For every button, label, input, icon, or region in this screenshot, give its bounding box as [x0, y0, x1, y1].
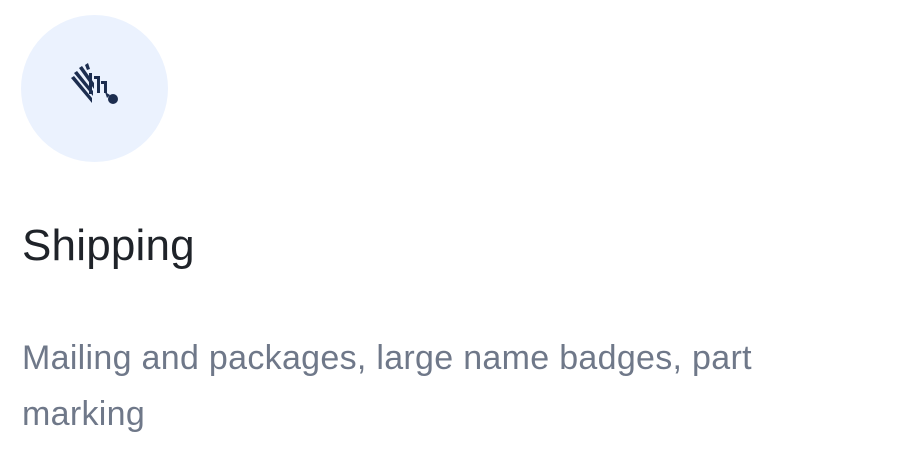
card-title: Shipping [22, 221, 195, 270]
icon-badge [21, 15, 168, 162]
shipping-category-card[interactable]: Shipping Mailing and packages, large nam… [0, 0, 915, 472]
zebra-logo-icon [71, 63, 118, 104]
card-description: Mailing and packages, large name badges,… [22, 339, 752, 433]
